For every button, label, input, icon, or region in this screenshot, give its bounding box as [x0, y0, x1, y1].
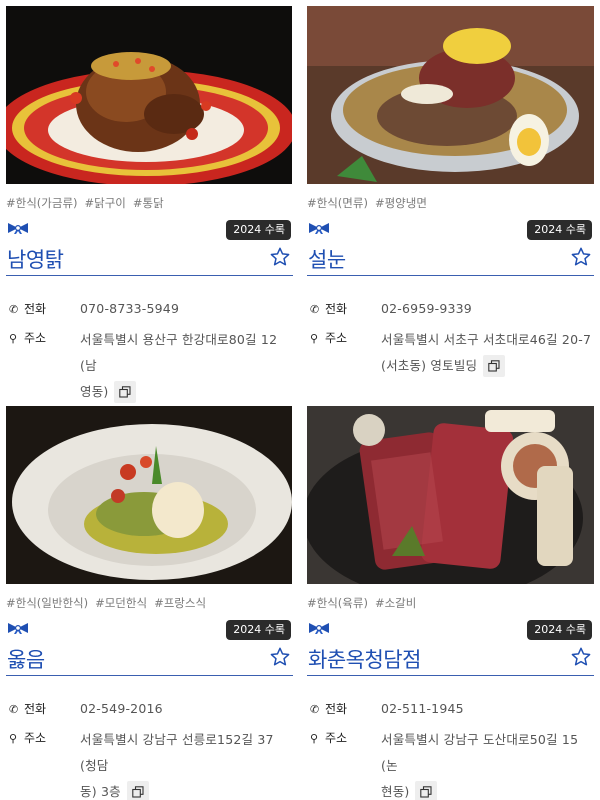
cold-noodles-photo[interactable]: [307, 6, 594, 184]
address-text: 서울특별시 강남구 선릉로152길 37 (청담 동) 3층: [80, 727, 293, 800]
copy-icon: [420, 785, 433, 798]
phone-label: ✆ 전화: [310, 298, 347, 321]
award-row: 2024 수록: [307, 618, 594, 642]
address-row: ⚲ 주소 서울특별시 용산구 한강대로80길 12 (남 영동): [6, 327, 293, 405]
contact-info: ✆ 전화 02-6959-9339 ⚲ 주소 서울특별시 서초구 서초대로46길 2…: [307, 298, 594, 379]
copy-address-button[interactable]: [126, 780, 149, 800]
restaurant-name[interactable]: 화춘옥청담점: [308, 644, 421, 674]
restaurant-name[interactable]: 옳음: [7, 644, 45, 674]
phone-number[interactable]: 02-511-1945: [381, 701, 464, 716]
restaurant-name[interactable]: 남영탉: [7, 244, 64, 274]
address-label: ⚲ 주소: [310, 727, 347, 750]
title-row: 설눈: [307, 244, 594, 276]
address-text: 서울특별시 서초구 서초대로46길 20-7 (서초동) 영토빌딩: [381, 327, 594, 379]
tag[interactable]: #한식(일반한식): [6, 596, 88, 610]
title-row: 화춘옥청담점: [307, 644, 594, 676]
star-outline-icon[interactable]: [269, 246, 291, 268]
phone-label: ✆ 전화: [9, 298, 46, 321]
restaurant-card[interactable]: #한식(가금류) #닭구이 #통닭 2024 수록 남영탉 ✆ 전화 070-8733…: [6, 6, 293, 412]
award-badge: 2024 수록: [527, 220, 592, 240]
phone-icon: ✆: [310, 703, 320, 716]
address-row: ⚲ 주소 서울특별시 서초구 서초대로46길 20-7 (서초동) 영토빌딩: [307, 327, 594, 379]
phone-number[interactable]: 02-549-2016: [80, 701, 163, 716]
phone-number[interactable]: 070-8733-5949: [80, 301, 179, 316]
contact-info: ✆ 전화 070-8733-5949 ⚲ 주소 서울특별시 용산구 한강대로80길 …: [6, 298, 293, 405]
award-badge: 2024 수록: [226, 220, 291, 240]
copy-icon: [119, 385, 132, 398]
phone-row: ✆ 전화 02-6959-9339: [307, 298, 594, 320]
phone-row: ✆ 전화 070-8733-5949: [6, 298, 293, 320]
copy-address-button[interactable]: [415, 780, 438, 800]
address-row: ⚲ 주소 서울특별시 강남구 선릉로152길 37 (청담 동) 3층: [6, 727, 293, 800]
copy-icon: [488, 359, 500, 372]
phone-label: ✆ 전화: [310, 698, 347, 721]
phone-icon: ✆: [310, 303, 320, 316]
restaurant-grid: #한식(가금류) #닭구이 #통닭 2024 수록 남영탉 ✆ 전화 070-8733…: [0, 0, 600, 800]
tag[interactable]: #평양냉면: [375, 196, 427, 210]
ribbon-icon: [309, 623, 329, 634]
phone-row: ✆ 전화 02-511-1945: [307, 698, 594, 720]
ribbon-icon: [8, 623, 28, 634]
ribbon-icon: [8, 223, 28, 234]
title-row: 옳음: [6, 644, 293, 676]
address-label: ⚲ 주소: [9, 727, 46, 750]
phone-icon: ✆: [9, 703, 19, 716]
contact-info: ✆ 전화 02-549-2016 ⚲ 주소 서울특별시 강남구 선릉로152길 37…: [6, 698, 293, 800]
phone-number[interactable]: 02-6959-9339: [381, 301, 472, 316]
award-badge: 2024 수록: [226, 620, 291, 640]
star-outline-icon[interactable]: [269, 646, 291, 668]
award-badge: 2024 수록: [527, 620, 592, 640]
tag[interactable]: #닭구이: [85, 196, 126, 210]
map-pin-icon: ⚲: [9, 732, 18, 745]
map-pin-icon: ⚲: [9, 332, 18, 345]
tag[interactable]: #소갈비: [375, 596, 416, 610]
tag-list: #한식(일반한식) #모던한식 #프랑스식: [6, 595, 293, 611]
address-row: ⚲ 주소 서울특별시 강남구 도산대로50길 15 (논 현동): [307, 727, 594, 800]
tag[interactable]: #모던한식: [95, 596, 147, 610]
map-pin-icon: ⚲: [310, 332, 319, 345]
beef-ribs-photo[interactable]: [307, 406, 594, 584]
address-text: 서울특별시 용산구 한강대로80길 12 (남 영동): [80, 327, 293, 405]
tag[interactable]: #프랑스식: [154, 596, 206, 610]
phone-label: ✆ 전화: [9, 698, 46, 721]
title-row: 남영탉: [6, 244, 293, 276]
star-outline-icon[interactable]: [570, 246, 592, 268]
copy-address-button[interactable]: [114, 380, 137, 403]
phone-icon: ✆: [9, 303, 19, 316]
phone-row: ✆ 전화 02-549-2016: [6, 698, 293, 720]
tag[interactable]: #한식(가금류): [6, 196, 78, 210]
tag-list: #한식(가금류) #닭구이 #통닭: [6, 195, 293, 211]
restaurant-card[interactable]: #한식(면류) #평양냉면 2024 수록 설눈 ✆ 전화 02-6959-9339…: [307, 6, 594, 386]
address-text: 서울특별시 강남구 도산대로50길 15 (논 현동): [381, 727, 594, 800]
award-row: 2024 수록: [307, 218, 594, 242]
address-label: ⚲ 주소: [9, 327, 46, 350]
copy-icon: [132, 785, 144, 798]
map-pin-icon: ⚲: [310, 732, 319, 745]
address-label: ⚲ 주소: [310, 327, 347, 350]
tag-list: #한식(면류) #평양냉면: [307, 195, 594, 211]
roast-chicken-photo[interactable]: [6, 6, 292, 184]
restaurant-card[interactable]: #한식(육류) #소갈비 2024 수록 화춘옥청담점 ✆ 전화 02-511-19…: [307, 406, 594, 800]
copy-address-button[interactable]: [483, 354, 506, 377]
tag[interactable]: #한식(면류): [307, 196, 368, 210]
award-row: 2024 수록: [6, 618, 293, 642]
tag-list: #한식(육류) #소갈비: [307, 595, 594, 611]
contact-info: ✆ 전화 02-511-1945 ⚲ 주소 서울특별시 강남구 도산대로50길 15…: [307, 698, 594, 800]
award-row: 2024 수록: [6, 218, 293, 242]
ribbon-icon: [309, 223, 329, 234]
tag[interactable]: #통닭: [133, 196, 164, 210]
star-outline-icon[interactable]: [570, 646, 592, 668]
modern-dish-photo[interactable]: [6, 406, 292, 584]
restaurant-card[interactable]: #한식(일반한식) #모던한식 #프랑스식 2024 수록 옳음 ✆ 전화 02-54…: [6, 406, 293, 800]
restaurant-name[interactable]: 설눈: [308, 244, 346, 274]
tag[interactable]: #한식(육류): [307, 596, 368, 610]
